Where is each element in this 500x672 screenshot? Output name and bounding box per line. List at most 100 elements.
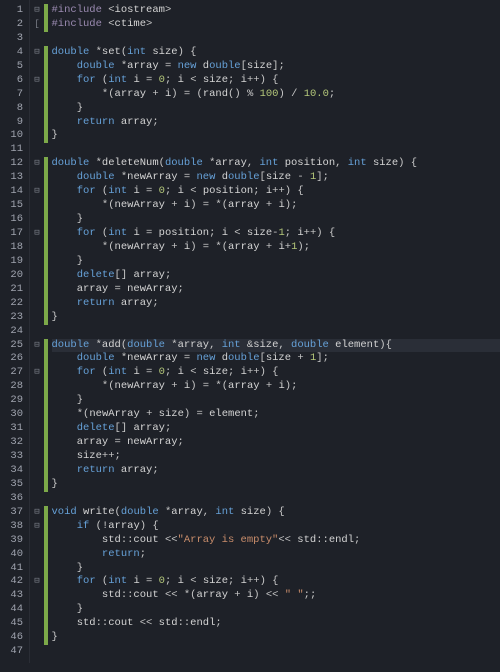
line-number[interactable]: 9 — [4, 116, 23, 130]
code-line[interactable]: for (int i = position; i < size-1; i++) … — [52, 227, 500, 241]
code-line[interactable]: } — [52, 102, 500, 116]
code-line[interactable]: #include <iostream> — [52, 4, 500, 18]
line-number[interactable]: 45 — [4, 617, 23, 631]
line-number[interactable]: 16 — [4, 213, 23, 227]
code-line[interactable]: *(newArray + size) = element; — [52, 408, 500, 422]
line-number[interactable]: 5 — [4, 60, 23, 74]
line-number[interactable]: 42 — [4, 575, 23, 589]
line-number[interactable]: 3 — [4, 32, 23, 46]
code-line[interactable]: array = newArray; — [52, 283, 500, 297]
code-line[interactable]: #include <ctime> — [52, 18, 500, 32]
line-number[interactable]: 14 — [4, 185, 23, 199]
line-number[interactable]: 25 — [4, 339, 23, 353]
fold-toggle[interactable]: ⊟ — [30, 506, 44, 520]
fold-toggle[interactable]: ⊟ — [30, 185, 44, 199]
code-line[interactable]: return array; — [52, 464, 500, 478]
code-line[interactable]: *(newArray + i) = *(array + i+1); — [52, 241, 500, 255]
fold-toggle[interactable]: ⊟ — [30, 4, 44, 18]
line-number[interactable]: 15 — [4, 199, 23, 213]
code-line[interactable]: return array; — [52, 297, 500, 311]
code-line[interactable]: } — [52, 631, 500, 645]
code-line[interactable]: *(array + i) = (rand() % 100) / 10.0; — [52, 88, 500, 102]
line-number[interactable]: 8 — [4, 102, 23, 116]
line-number[interactable]: 4 — [4, 46, 23, 60]
code-line[interactable]: std::cout << *(array + i) << " ";; — [52, 589, 500, 603]
fold-toggle[interactable]: [ — [30, 18, 44, 32]
line-number[interactable]: 47 — [4, 645, 23, 659]
line-number[interactable]: 28 — [4, 380, 23, 394]
fold-toggle[interactable]: ⊟ — [30, 339, 44, 353]
code-content[interactable]: #include <iostream>#include <ctime> doubl… — [48, 0, 500, 663]
code-line[interactable]: } — [52, 394, 500, 408]
line-number[interactable]: 6 — [4, 74, 23, 88]
line-number[interactable]: 21 — [4, 283, 23, 297]
code-line[interactable]: } — [52, 255, 500, 269]
code-line[interactable]: double *newArray = new double[size - 1]; — [52, 171, 500, 185]
line-number[interactable]: 34 — [4, 464, 23, 478]
code-line[interactable]: *(newArray + i) = *(array + i); — [52, 380, 500, 394]
code-line[interactable]: return; — [52, 548, 500, 562]
code-line[interactable]: } — [52, 129, 500, 143]
line-number[interactable]: 10 — [4, 129, 23, 143]
code-line[interactable]: } — [52, 562, 500, 576]
line-number[interactable]: 2 — [4, 18, 23, 32]
fold-toggle[interactable]: ⊟ — [30, 575, 44, 589]
code-line[interactable]: } — [52, 311, 500, 325]
fold-gutter[interactable]: ⊟[⊟⊟⊟⊟⊟⊟⊟⊟⊟⊟ — [30, 0, 44, 663]
code-line[interactable]: } — [52, 213, 500, 227]
fold-toggle[interactable]: ⊟ — [30, 157, 44, 171]
line-number[interactable]: 24 — [4, 325, 23, 339]
line-number[interactable]: 37 — [4, 506, 23, 520]
line-number[interactable]: 29 — [4, 394, 23, 408]
code-line[interactable] — [52, 32, 500, 46]
line-number[interactable]: 32 — [4, 436, 23, 450]
line-number[interactable]: 7 — [4, 88, 23, 102]
code-line[interactable] — [52, 325, 500, 339]
code-line[interactable]: for (int i = 0; i < size; i++) { — [52, 74, 500, 88]
code-line[interactable]: double *array = new double[size]; — [52, 60, 500, 74]
line-number[interactable]: 27 — [4, 366, 23, 380]
code-line[interactable]: array = newArray; — [52, 436, 500, 450]
code-line[interactable]: for (int i = 0; i < position; i++) { — [52, 185, 500, 199]
code-line[interactable]: } — [52, 478, 500, 492]
line-number[interactable]: 46 — [4, 631, 23, 645]
code-line[interactable]: } — [52, 603, 500, 617]
line-number[interactable]: 26 — [4, 352, 23, 366]
line-number[interactable]: 30 — [4, 408, 23, 422]
fold-toggle[interactable]: ⊟ — [30, 366, 44, 380]
line-number[interactable]: 36 — [4, 492, 23, 506]
code-line[interactable] — [52, 492, 500, 506]
code-line[interactable]: size++; — [52, 450, 500, 464]
code-line[interactable]: std::cout << std::endl; — [52, 617, 500, 631]
line-number[interactable]: 39 — [4, 534, 23, 548]
code-line[interactable]: double *newArray = new double[size + 1]; — [52, 352, 500, 366]
line-number[interactable]: 12 — [4, 157, 23, 171]
line-number[interactable]: 19 — [4, 255, 23, 269]
code-editor[interactable]: 1234567891011121314151617181920212223242… — [0, 0, 500, 663]
code-line[interactable]: std::cout <<"Array is empty"<< std::endl… — [52, 534, 500, 548]
code-line[interactable]: double *add(double *array, int &size, do… — [52, 339, 500, 353]
line-number[interactable]: 23 — [4, 311, 23, 325]
line-number[interactable]: 13 — [4, 171, 23, 185]
line-number[interactable]: 40 — [4, 548, 23, 562]
code-line[interactable]: *(newArray + i) = *(array + i); — [52, 199, 500, 213]
fold-toggle[interactable]: ⊟ — [30, 74, 44, 88]
fold-toggle[interactable]: ⊟ — [30, 227, 44, 241]
line-number[interactable]: 18 — [4, 241, 23, 255]
code-line[interactable] — [52, 645, 500, 659]
line-number[interactable]: 35 — [4, 478, 23, 492]
line-number[interactable]: 17 — [4, 227, 23, 241]
fold-toggle[interactable]: ⊟ — [30, 520, 44, 534]
line-number[interactable]: 31 — [4, 422, 23, 436]
code-line[interactable]: double *set(int size) { — [52, 46, 500, 60]
line-number-gutter[interactable]: 1234567891011121314151617181920212223242… — [0, 0, 30, 663]
code-line[interactable]: delete[] array; — [52, 422, 500, 436]
line-number[interactable]: 20 — [4, 269, 23, 283]
line-number[interactable]: 38 — [4, 520, 23, 534]
code-line[interactable]: delete[] array; — [52, 269, 500, 283]
line-number[interactable]: 1 — [4, 4, 23, 18]
code-line[interactable]: double *deleteNum(double *array, int pos… — [52, 157, 500, 171]
code-line[interactable]: return array; — [52, 116, 500, 130]
line-number[interactable]: 41 — [4, 562, 23, 576]
fold-toggle[interactable]: ⊟ — [30, 46, 44, 60]
